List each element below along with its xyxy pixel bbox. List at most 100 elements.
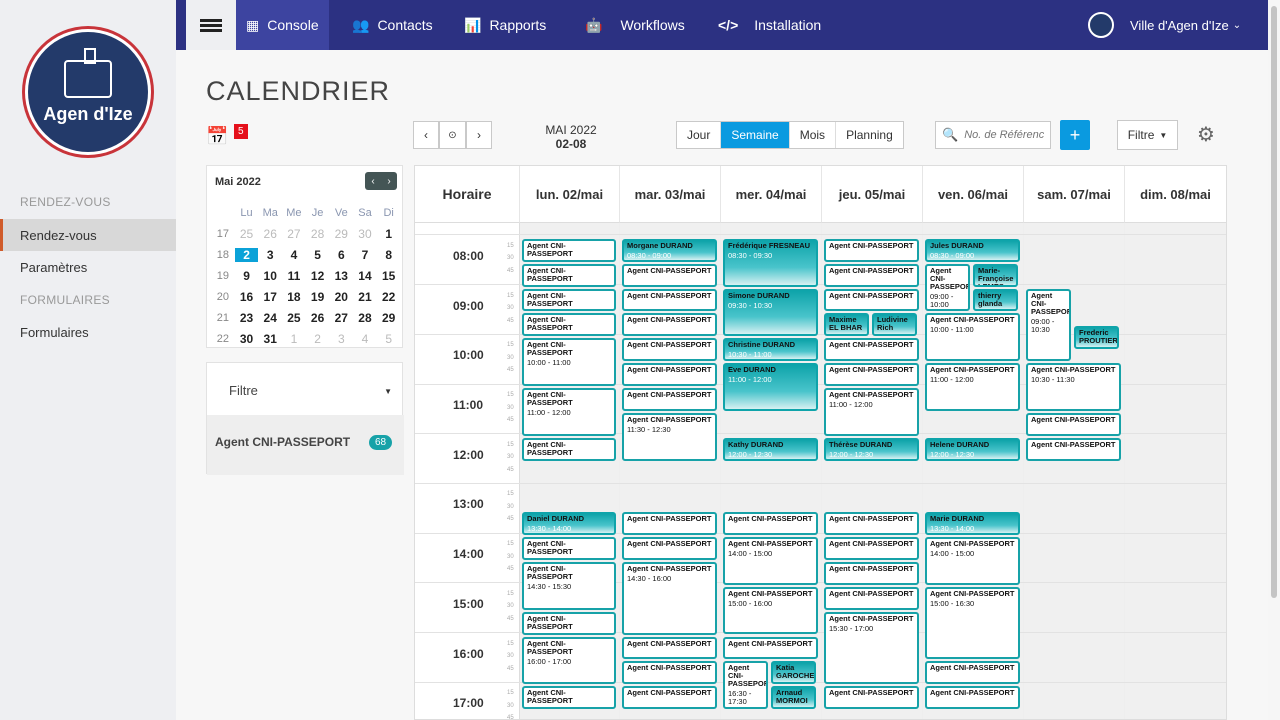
calendar-event[interactable]: Agent CNI-PASSEPORT bbox=[824, 338, 919, 362]
calendar-event[interactable]: Agent CNI-PASSEPORT 10:30 - 11:30 bbox=[1026, 363, 1121, 411]
mini-calendar-day[interactable]: 1 bbox=[377, 227, 401, 241]
calendar-event[interactable]: Agent CNI-PASSEPORT 15:30 - 17:00 bbox=[824, 611, 919, 685]
mini-calendar-day[interactable]: 19 bbox=[306, 290, 330, 304]
calendar-event[interactable]: Eve DURAND 11:00 - 12:00 bbox=[723, 363, 818, 411]
calendar-event[interactable]: Agent CNI-PASSEPORT bbox=[522, 686, 616, 710]
day-header[interactable]: dim. 08/mai bbox=[1125, 166, 1226, 223]
day-header[interactable]: mar. 03/mai bbox=[620, 166, 721, 223]
calendar-event[interactable]: Agent CNI-PASSEPORT bbox=[622, 686, 717, 710]
calendar-event[interactable]: Agent CNI-PASSEPORT 14:30 - 16:00 bbox=[622, 561, 717, 635]
calendar-event[interactable]: Agent CNI-PASSEPORT bbox=[1026, 437, 1121, 461]
calendar-event[interactable]: Agent CNI-PASSEPORT bbox=[824, 686, 919, 710]
calendar-event[interactable]: thierry glanda bbox=[973, 288, 1018, 312]
mini-calendar-day[interactable]: 13 bbox=[329, 269, 353, 283]
today-button[interactable]: ⊙ bbox=[439, 121, 466, 149]
calendar-event[interactable]: Agent CNI-PASSEPORT 11:30 - 12:30 bbox=[622, 412, 717, 461]
mini-calendar-day[interactable]: 2 bbox=[306, 332, 330, 346]
mini-calendar-day[interactable]: 24 bbox=[258, 311, 282, 325]
calendar-event[interactable]: Agent CNI-PASSEPORT bbox=[1026, 412, 1121, 436]
calendar-event[interactable]: Agent CNI-PASSEPORT bbox=[622, 388, 717, 411]
mini-calendar-day[interactable]: 29 bbox=[329, 227, 353, 241]
calendar-event[interactable]: Agent CNI-PASSEPORT bbox=[824, 363, 919, 386]
gear-icon[interactable]: ⚙ bbox=[1197, 122, 1215, 147]
calendar-event[interactable]: Agent CNI-PASSEPORT bbox=[522, 238, 616, 262]
calendar-event[interactable]: Katia GAROCHE bbox=[771, 661, 816, 685]
filtre-button[interactable]: Filtre ▼ bbox=[1117, 120, 1178, 150]
day-column[interactable] bbox=[1125, 223, 1226, 719]
calendar-event[interactable]: Agent CNI-PASSEPORT09:00 - 10:30 bbox=[1026, 288, 1071, 362]
calendar-event[interactable]: Frederic PROUTIER bbox=[1074, 325, 1119, 349]
calendar-event[interactable]: Agent CNI-PASSEPORT bbox=[824, 561, 919, 585]
calendar-event[interactable]: Helene DURAND 12:00 - 12:30 bbox=[925, 437, 1020, 461]
mini-calendar-day[interactable]: 3 bbox=[329, 332, 353, 346]
calendar-event[interactable]: Agent CNI-PASSEPORT bbox=[925, 661, 1020, 685]
mini-calendar-day[interactable]: 8 bbox=[377, 248, 401, 262]
mini-calendar-day[interactable]: 21 bbox=[353, 290, 377, 304]
mini-calendar-day[interactable]: 18 bbox=[282, 290, 306, 304]
calendar-event[interactable]: Agent CNI-PASSEPORT bbox=[522, 263, 616, 287]
agen-logo[interactable]: Agen d'Ize bbox=[22, 26, 154, 158]
sidebar-item-formulaires[interactable]: Formulaires bbox=[0, 316, 176, 348]
calendar-event[interactable]: Agent CNI-PASSEPORT bbox=[522, 537, 616, 560]
reference-search-input[interactable] bbox=[964, 129, 1045, 141]
calendar-event[interactable]: Agent CNI-PASSEPORT bbox=[622, 288, 717, 312]
calendar-event[interactable]: Daniel DURAND 13:30 - 14:00 bbox=[522, 512, 616, 536]
mini-calendar-day[interactable]: 12 bbox=[306, 269, 330, 283]
mini-calendar-day[interactable]: 17 bbox=[258, 290, 282, 304]
calendar-event[interactable]: Agent CNI-PASSEPORT bbox=[824, 512, 919, 536]
mini-calendar-day[interactable]: 22 bbox=[377, 290, 401, 304]
calendar-event[interactable]: Morgane DURAND 08:30 - 09:00 bbox=[622, 238, 717, 262]
mini-calendar-day[interactable]: 3 bbox=[258, 248, 282, 262]
sidebar-item-rendez-vous[interactable]: Rendez-vous bbox=[0, 219, 176, 251]
calendar-event[interactable]: Frédérique FRESNEAU 08:30 - 09:30 bbox=[723, 238, 818, 287]
calendar-event[interactable]: Agent CNI-PASSEPORT 15:00 - 16:30 bbox=[925, 586, 1020, 660]
mini-calendar-day[interactable]: 14 bbox=[353, 269, 377, 283]
mini-calendar-day[interactable]: 27 bbox=[282, 227, 306, 241]
calendar-event[interactable]: Agent CNI-PASSEPORT bbox=[622, 363, 717, 386]
calendar-event[interactable]: Agent CNI-PASSEPORT bbox=[925, 686, 1020, 710]
calendar-event[interactable]: Agent CNI-PASSEPORT 15:00 - 16:00 bbox=[723, 586, 818, 635]
mini-calendar-day[interactable]: 5 bbox=[377, 332, 401, 346]
calendar-event[interactable]: Agent CNI-PASSEPORT 11:00 - 12:00 bbox=[925, 363, 1020, 411]
mini-calendar-day[interactable]: 27 bbox=[329, 311, 353, 325]
view-semaine-button[interactable]: Semaine bbox=[721, 122, 790, 148]
mini-calendar-day[interactable]: 2 bbox=[234, 247, 259, 262]
filter-dropdown[interactable]: Filtre bbox=[229, 383, 258, 398]
calendar-event[interactable]: Agent CNI-PASSEPORT 10:00 - 11:00 bbox=[522, 338, 616, 386]
nav-installation[interactable]: </> Installation bbox=[718, 0, 821, 50]
calendar-event[interactable]: Agent CNI-PASSEPORT16:30 - 17:30 bbox=[723, 661, 768, 710]
mini-calendar-day[interactable]: 4 bbox=[282, 248, 306, 262]
calendar-event[interactable]: Agent CNI-PASSEPORT bbox=[622, 512, 717, 536]
mini-calendar-day[interactable]: 11 bbox=[282, 269, 306, 283]
calendar-event[interactable]: Arnaud MORMOI bbox=[771, 686, 816, 710]
calendar-event[interactable]: Agent CNI-PASSEPORT bbox=[824, 586, 919, 610]
mini-calendar-day[interactable]: 5 bbox=[306, 248, 330, 262]
calendar-event[interactable]: Agent CNI-PASSEPORT 14:00 - 15:00 bbox=[723, 537, 818, 585]
calendar-event[interactable]: Agent CNI-PASSEPORT 16:00 - 17:00 bbox=[522, 636, 616, 685]
view-jour-button[interactable]: Jour bbox=[677, 122, 722, 148]
mini-calendar-day[interactable]: 16 bbox=[235, 290, 259, 304]
calendar-event[interactable]: Marie-Françoise LEMES bbox=[973, 263, 1018, 287]
mini-calendar-day[interactable]: 7 bbox=[353, 248, 377, 262]
calendar-event[interactable]: Agent CNI-PASSEPORT bbox=[622, 661, 717, 685]
calendar-event[interactable]: Ludivine Rich bbox=[872, 313, 917, 337]
calendar-event[interactable]: Agent CNI-PASSEPORT bbox=[522, 611, 616, 635]
view-planning-button[interactable]: Planning bbox=[836, 122, 903, 148]
view-mois-button[interactable]: Mois bbox=[790, 122, 837, 148]
calendar-event[interactable]: Agent CNI-PASSEPORT bbox=[824, 288, 919, 312]
calendar-event[interactable]: Agent CNI-PASSEPORT bbox=[622, 636, 717, 660]
calendar-event[interactable]: Agent CNI-PASSEPORT bbox=[522, 437, 616, 461]
mini-calendar-day[interactable]: 23 bbox=[235, 311, 259, 325]
scrollbar-thumb[interactable] bbox=[1271, 6, 1277, 598]
mini-calendar-day[interactable]: 15 bbox=[377, 269, 401, 283]
nav-console[interactable]: ▦ Console bbox=[236, 0, 329, 50]
prev-week-button[interactable]: ‹ bbox=[413, 121, 439, 149]
calendar-event[interactable]: Simone DURAND 09:30 - 10:30 bbox=[723, 288, 818, 337]
mini-calendar-day[interactable]: 9 bbox=[235, 269, 259, 283]
calendar-event[interactable]: Agent CNI-PASSEPORT bbox=[622, 338, 717, 362]
calendar-event[interactable]: Jules DURAND 08:30 - 09:00 bbox=[925, 238, 1020, 262]
calendar-event[interactable]: Agent CNI-PASSEPORT09:00 - 10:00 bbox=[925, 263, 970, 312]
mini-calendar-day[interactable]: 29 bbox=[377, 311, 401, 325]
calendar-event[interactable]: Agent CNI-PASSEPORT bbox=[522, 288, 616, 312]
mini-calendar-day[interactable]: 28 bbox=[353, 311, 377, 325]
